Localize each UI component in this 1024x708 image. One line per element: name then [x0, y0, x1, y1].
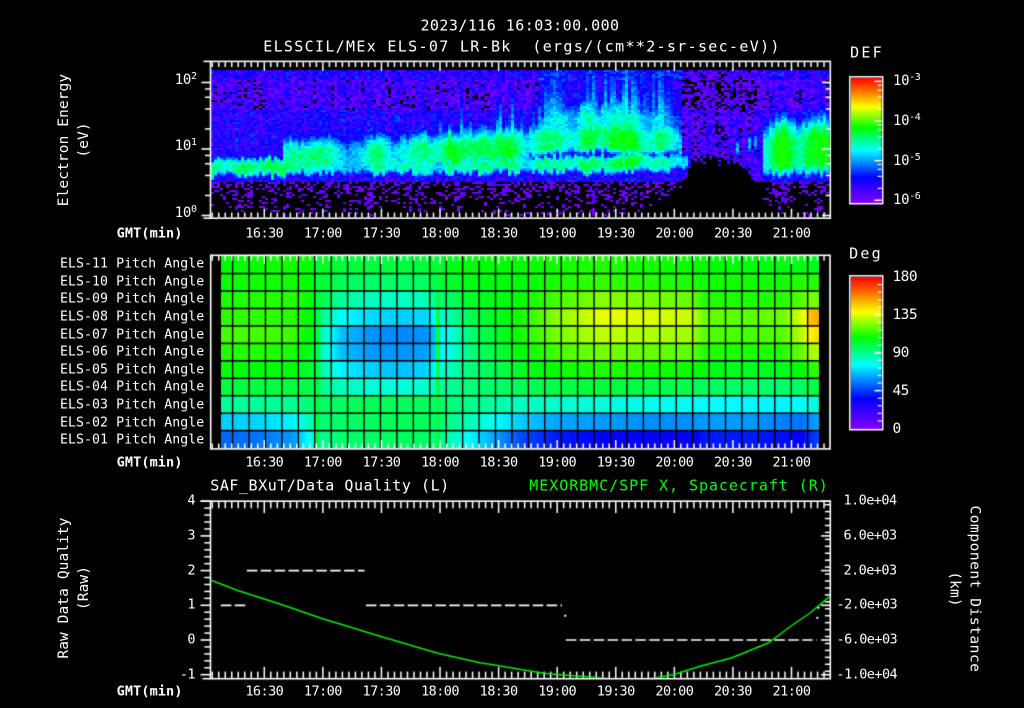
quality-y-axis-unit: (Raw) [75, 565, 92, 611]
pitch-row-label: ELS-01 Pitch Angle [59, 432, 205, 448]
spectrogram-x-tick-label: 16:30 [245, 224, 284, 241]
page-title-datetime: 2023/116 16:03:00.000 [420, 16, 620, 35]
deg-colorbar-tick-label: 0 [892, 420, 902, 437]
spectrogram-x-tick-label: 19:30 [596, 224, 635, 241]
quality-x-tick-label: 16:30 [245, 683, 284, 700]
spectrogram-y-tick-label: 101 [174, 137, 197, 154]
def-colorbar-title: DEF [850, 43, 884, 62]
pitch-x-tick-label: 20:00 [655, 454, 694, 471]
spectrogram-y-axis-unit: (eV) [75, 122, 92, 158]
pitch-x-tick-label: 19:00 [538, 454, 577, 471]
pitch-x-tick-label: 20:30 [713, 454, 752, 471]
pitch-x-tick-label: 18:30 [479, 454, 518, 471]
quality-x-tick-label: 20:30 [713, 683, 752, 700]
pitch-row-label: ELS-04 Pitch Angle [59, 379, 205, 395]
distance-y-tick-label: 2.0e+03 [843, 561, 898, 578]
pitch-x-tick-label: 16:30 [245, 454, 284, 471]
spectrogram-figure: 2023/116 16:03:00.000 ELSSCIL/MEx ELS-07… [0, 0, 1024, 708]
pitch-row-label: ELS-07 Pitch Angle [59, 326, 205, 342]
spectrogram-y-axis-label: Electron Energy [55, 73, 72, 207]
deg-colorbar-tick-label: 135 [892, 306, 918, 323]
pitch-row-label: ELS-08 Pitch Angle [59, 309, 205, 325]
spectrogram-x-axis-label: GMT(min) [116, 224, 183, 241]
quality-distance-plot [196, 492, 848, 686]
spectrogram-x-tick-label: 17:00 [303, 224, 342, 241]
def-colorbar [842, 68, 894, 210]
spectrogram-x-tick-label: 18:00 [421, 224, 459, 241]
spectrogram-x-tick-label: 19:00 [538, 224, 577, 241]
def-colorbar-tick-label: 10-5 [893, 151, 921, 169]
pitch-row-label: ELS-11 Pitch Angle [59, 256, 205, 272]
quality-x-tick-label: 20:00 [655, 683, 694, 700]
spectrogram-y-tick-label: 100 [174, 203, 197, 221]
distance-y-axis-label: Component Distance [966, 505, 983, 673]
quality-y-tick-label: 1 [187, 596, 195, 613]
spectrogram-x-tick-label: 21:00 [772, 224, 811, 241]
distance-y-tick-label: -2.0e+03 [836, 596, 898, 613]
quality-x-tick-label: 17:30 [362, 683, 401, 700]
spectrogram-x-tick-label: 20:00 [655, 224, 694, 241]
quality-y-axis-label: Raw Data Quality [55, 517, 72, 659]
pitch-row-label: ELS-10 Pitch Angle [59, 274, 205, 290]
pitch-x-tick-label: 17:30 [362, 454, 401, 471]
deg-colorbar-title: Deg [849, 244, 883, 263]
pitch-row-label: ELS-05 Pitch Angle [59, 362, 205, 378]
deg-colorbar-tick-label: 180 [892, 268, 918, 285]
pitch-row-label: ELS-02 Pitch Angle [59, 414, 205, 430]
spectrogram-x-tick-label: 18:30 [479, 224, 518, 241]
deg-colorbar [842, 268, 894, 438]
spectrogram-x-tick-label: 17:30 [362, 224, 401, 241]
pitch-x-tick-label: 18:00 [421, 454, 459, 471]
quality-x-tick-label: 18:00 [421, 683, 459, 700]
distance-series-title: MEXORBMC/SPF X, Spacecraft (R) [529, 476, 829, 495]
quality-y-tick-label: 3 [187, 527, 195, 544]
electron-energy-spectrogram [196, 52, 848, 234]
distance-y-tick-label: -1.0e+04 [836, 665, 898, 682]
spectrogram-x-tick-label: 20:30 [713, 224, 752, 241]
quality-y-tick-label: 4 [187, 492, 195, 509]
pitch-x-tick-label: 17:00 [303, 454, 342, 471]
quality-x-tick-label: 18:30 [479, 683, 518, 700]
quality-series-title: SAF_BXuT/Data Quality (L) [210, 476, 450, 495]
quality-y-tick-label: -1 [179, 665, 196, 682]
quality-x-tick-label: 21:00 [772, 683, 811, 700]
distance-y-tick-label: 1.0e+04 [843, 492, 898, 509]
pitch-x-tick-label: 21:00 [772, 454, 811, 471]
spectrogram-y-tick-label: 102 [174, 70, 197, 88]
quality-x-axis-label: GMT(min) [116, 683, 183, 700]
quality-y-tick-label: 0 [187, 631, 195, 648]
quality-x-tick-label: 19:00 [538, 683, 577, 700]
distance-y-tick-label: -6.0e+03 [836, 631, 898, 648]
distance-y-tick-label: 6.0e+03 [843, 527, 898, 544]
deg-colorbar-tick-label: 45 [892, 382, 910, 399]
pitch-row-label: ELS-06 Pitch Angle [59, 344, 205, 360]
pitch-x-axis-label: GMT(min) [116, 454, 183, 471]
pitch-angle-heatmap [196, 246, 848, 456]
quality-x-tick-label: 17:00 [303, 683, 342, 700]
quality-x-tick-label: 19:30 [596, 683, 635, 700]
pitch-x-tick-label: 19:30 [596, 454, 635, 471]
def-colorbar-tick-label: 10-3 [893, 72, 921, 90]
distance-y-axis-unit: (km) [946, 571, 963, 607]
quality-y-tick-label: 2 [187, 561, 195, 578]
pitch-row-label: ELS-09 Pitch Angle [59, 291, 205, 307]
pitch-row-label: ELS-03 Pitch Angle [59, 397, 205, 413]
def-colorbar-tick-label: 10-4 [893, 111, 921, 129]
def-colorbar-tick-label: 10-6 [893, 191, 921, 209]
deg-colorbar-tick-label: 90 [892, 344, 910, 361]
